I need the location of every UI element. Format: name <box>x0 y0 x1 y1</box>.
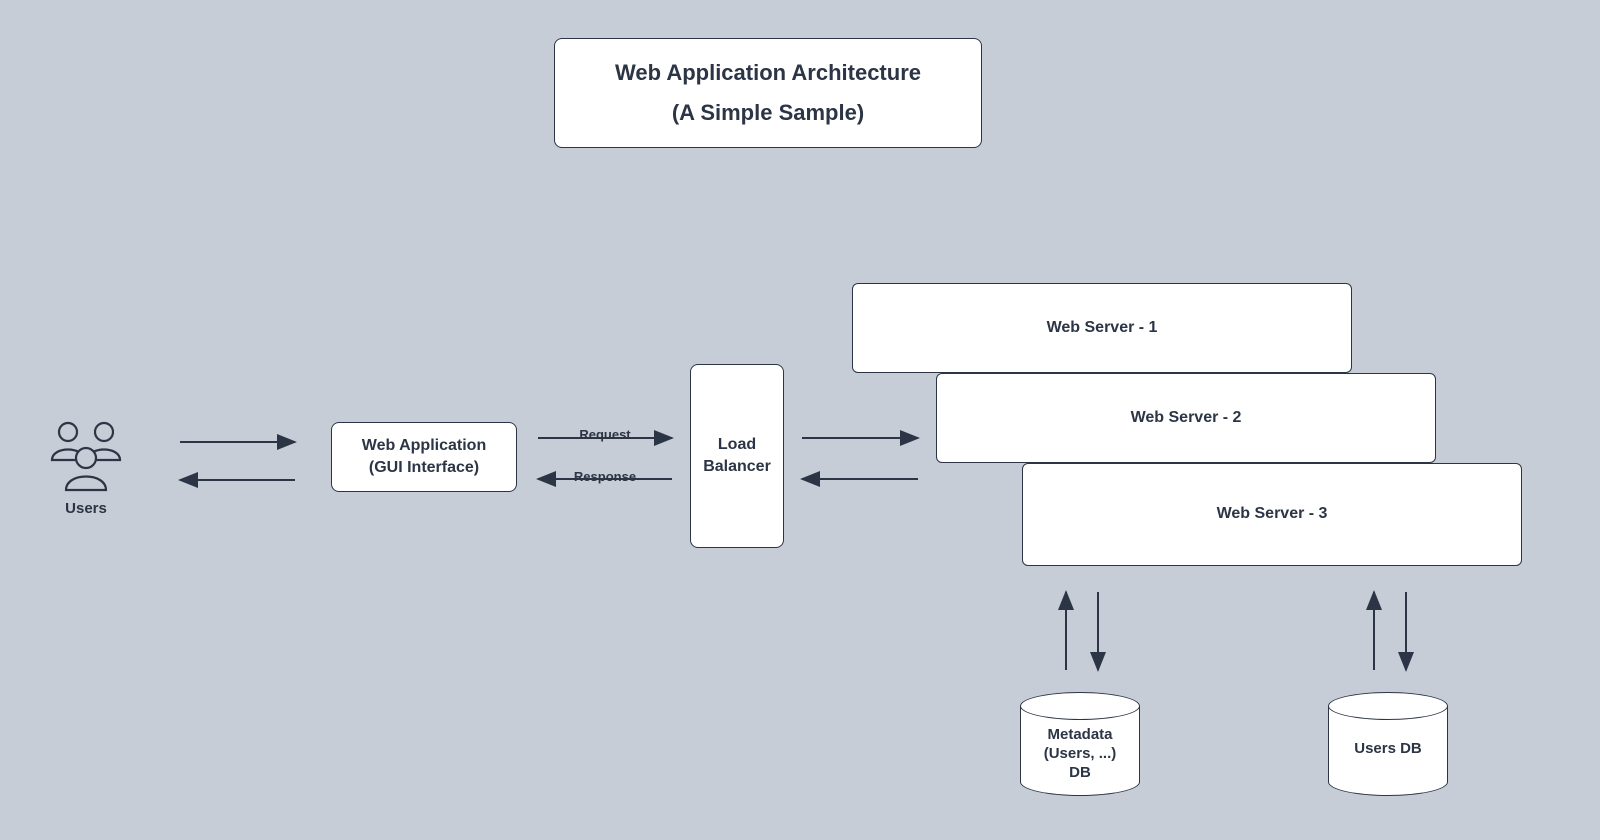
users-db: Users DB <box>1328 692 1448 797</box>
load-balancer-box: Load Balancer <box>690 364 784 548</box>
title-box: Web Application Architecture (A Simple S… <box>554 38 982 148</box>
web-server-3-box: Web Server - 3 <box>1022 463 1522 566</box>
metadata-db-label: Metadata (Users, ...) DB <box>1020 726 1140 782</box>
web-server-1-label: Web Server - 1 <box>1047 317 1158 339</box>
users-icon <box>42 420 130 499</box>
title-line-1: Web Application Architecture <box>615 53 921 93</box>
web-application-box: Web Application (GUI Interface) <box>331 422 517 492</box>
web-server-2-box: Web Server - 2 <box>936 373 1436 463</box>
load-balancer-line-2: Balancer <box>703 456 771 478</box>
title-line-2: (A Simple Sample) <box>672 93 864 133</box>
load-balancer-line-1: Load <box>718 434 756 456</box>
users-db-label: Users DB <box>1328 740 1448 759</box>
users-label: Users <box>42 500 130 517</box>
request-label: Request <box>577 427 633 442</box>
web-server-2-label: Web Server - 2 <box>1131 407 1242 429</box>
metadata-db: Metadata (Users, ...) DB <box>1020 692 1140 797</box>
diagram-canvas: Web Application Architecture (A Simple S… <box>0 0 1600 840</box>
web-app-line-1: Web Application <box>362 435 486 457</box>
response-label: Response <box>572 469 638 484</box>
web-server-3-label: Web Server - 3 <box>1217 503 1328 525</box>
web-app-line-2: (GUI Interface) <box>369 457 479 479</box>
web-server-1-box: Web Server - 1 <box>852 283 1352 373</box>
